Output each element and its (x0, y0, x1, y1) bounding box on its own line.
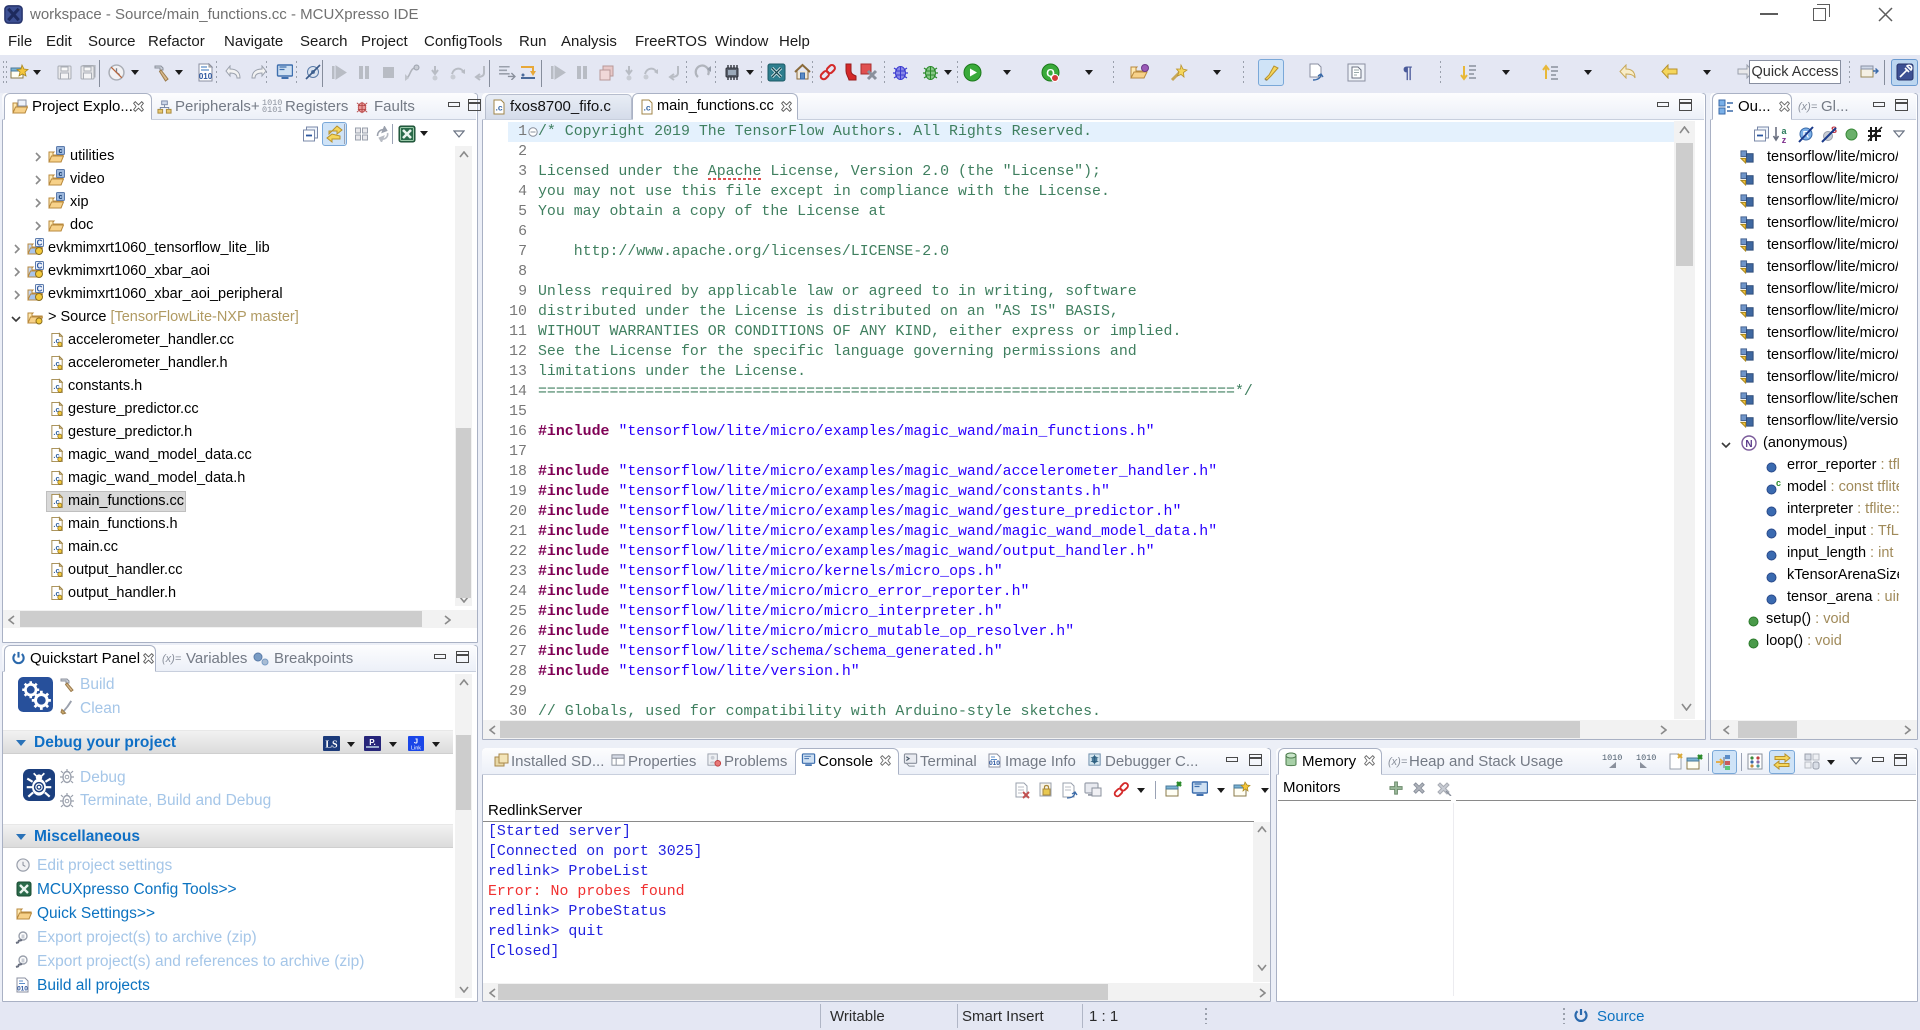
svg-text:C: C (37, 262, 43, 271)
svg-text:c: c (59, 148, 63, 155)
svg-text:LS: LS (325, 740, 338, 751)
svg-text:C: C (37, 239, 43, 248)
svg-text:.c: .c (643, 103, 650, 113)
svg-text:N: N (1745, 439, 1752, 450)
svg-text:010: 010 (199, 72, 213, 81)
svg-text:.c: .c (495, 103, 502, 113)
svg-text:C: C (37, 285, 43, 294)
svg-text:z: z (1782, 135, 1787, 144)
svg-text:c: c (59, 194, 63, 201)
svg-text:010: 010 (17, 986, 28, 993)
svg-text:J: J (414, 737, 418, 746)
svg-text:Link: Link (411, 746, 421, 752)
svg-text:010: 010 (989, 760, 1000, 767)
svg-text:P.: P. (369, 738, 376, 747)
svg-text:c: c (59, 171, 63, 178)
